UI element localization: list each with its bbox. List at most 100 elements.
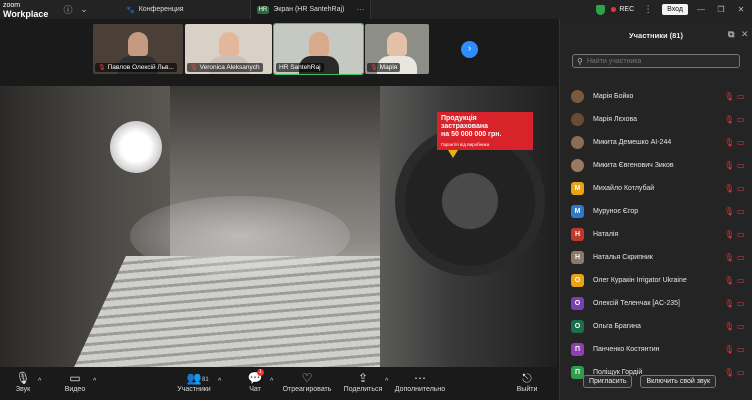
more-icon[interactable]: ⋮ xyxy=(640,4,656,15)
chevron-up-icon[interactable]: ^ xyxy=(385,378,388,385)
video-off-icon: ▭ xyxy=(737,207,745,216)
person-silhouette xyxy=(128,32,148,56)
chevron-up-icon[interactable]: ^ xyxy=(93,378,96,385)
video-off-icon: ▭ xyxy=(737,276,745,285)
participants-panel: Участники (81) ⧉ ✕ ⚲ Марія Бойко🎙▭Марія … xyxy=(559,19,752,400)
participant-name: Микита Євгенович Зиков xyxy=(593,162,674,169)
participant-row[interactable]: Марія Лєхова 🎙 ▭ xyxy=(560,108,752,131)
more-button[interactable]: ⋯ Дополнительно xyxy=(393,371,447,393)
avatar xyxy=(571,113,584,126)
minimize-icon[interactable]: — xyxy=(694,5,708,14)
video-thumbnail-active[interactable]: HR SantehRaj xyxy=(273,23,364,75)
participant-row[interactable]: О Ольга Брагина 🎙 ▭ xyxy=(560,315,752,338)
participant-name: Наталія xyxy=(593,231,619,238)
participant-row[interactable]: О Олег Куракін Irrigator Ukraine 🎙 ▭ xyxy=(560,269,752,292)
info-icon[interactable]: ⓘ xyxy=(60,3,76,16)
mic-muted-icon: 🎙 xyxy=(724,322,735,331)
participants-count: 81 xyxy=(202,377,209,383)
participant-search[interactable]: ⚲ xyxy=(572,54,740,68)
promo-line-3: на 50 000 000 грн. xyxy=(441,131,502,138)
chat-button[interactable]: 💬 1 Чат xyxy=(244,369,266,393)
zoom-logo: zoom Workplace xyxy=(0,2,60,19)
react-button[interactable]: ♡ Отреагировать xyxy=(282,371,332,393)
avatar: О xyxy=(571,320,584,333)
thumbnail-name: Veronica Aleksanych xyxy=(199,64,260,71)
video-off-icon: ▭ xyxy=(737,115,745,124)
mic-off-icon: 🎙 xyxy=(370,65,378,71)
video-thumbnail[interactable]: 🎙 Павлов Олексій Льв... xyxy=(93,24,183,74)
avatar: Н xyxy=(571,251,584,264)
avatar: П xyxy=(571,343,584,356)
close-icon[interactable]: ⋯ xyxy=(356,5,364,14)
thumbnail-label: 🎙 Veronica Aleksanych xyxy=(187,63,263,72)
recording-indicator[interactable]: REC xyxy=(611,6,634,13)
participants-button[interactable]: 👥 81 Участники xyxy=(172,371,216,393)
avatar: О xyxy=(571,274,584,287)
thumbnail-label: 🎙 Павлов Олексій Льв... xyxy=(95,63,177,72)
react-label: Отреагировать xyxy=(282,386,332,393)
rec-label: REC xyxy=(619,6,635,13)
meeting-toolbar: 🎙 Звук ^ ▭ Видео ^ 👥 81 Участники ^ 💬 1 Ча… xyxy=(0,367,557,400)
video-off-icon: ▭ xyxy=(737,345,745,354)
unmute-self-button[interactable]: Включить свой звук xyxy=(640,375,717,388)
participant-row[interactable]: М Муруноє Єгор 🎙 ▭ xyxy=(560,200,752,223)
brand-line-2: Workplace xyxy=(3,8,49,19)
video-off-icon: ▭ xyxy=(737,161,745,170)
pop-out-icon[interactable]: ⧉ xyxy=(728,29,734,40)
more-label: Дополнительно xyxy=(394,386,446,393)
heart-icon: ♡ xyxy=(301,371,313,385)
participant-name: Микита Демешко АІ-244 xyxy=(593,139,672,146)
search-icon: ⚲ xyxy=(577,56,583,66)
video-thumbnail[interactable]: 🎙 Марія xyxy=(365,24,429,74)
participant-row[interactable]: Н Наталья Скрипник 🎙 ▭ xyxy=(560,246,752,269)
leave-label: Выйти xyxy=(516,386,538,393)
invite-button[interactable]: Пригласить xyxy=(583,375,633,388)
chevron-up-icon[interactable]: ^ xyxy=(270,378,273,385)
tab-conference[interactable]: 🐾 Конференция xyxy=(120,0,190,19)
video-thumbnail[interactable]: 🎙 Veronica Aleksanych xyxy=(185,24,272,74)
panel-footer: Пригласить Включить свой звук xyxy=(560,375,752,388)
avatar: М xyxy=(571,182,584,195)
chevron-up-icon[interactable]: ^ xyxy=(38,378,41,385)
search-input[interactable] xyxy=(586,57,735,65)
close-window-icon[interactable]: ✕ xyxy=(734,5,748,14)
chat-badge: 1 xyxy=(257,369,264,376)
hr-badge: HR xyxy=(256,5,270,14)
mic-muted-icon: 🎙 xyxy=(724,138,735,147)
participant-row[interactable]: Микита Євгенович Зиков 🎙 ▭ xyxy=(560,154,752,177)
avatar: О xyxy=(571,297,584,310)
participant-row[interactable]: О Олексій Теленчак [AC-235] 🎙 ▭ xyxy=(560,292,752,315)
promo-line-1: Продукція xyxy=(441,115,477,122)
participant-row[interactable]: П Панченко Костянтин 🎙 ▭ xyxy=(560,338,752,361)
close-icon[interactable]: ✕ xyxy=(741,29,749,40)
shield-icon[interactable] xyxy=(596,4,606,15)
tab-screen-share[interactable]: HR Экран (HR SantehRaj) ⋯ xyxy=(249,0,372,19)
video-button[interactable]: ▭ Видео xyxy=(60,371,90,393)
share-button[interactable]: ⇪ Поделиться xyxy=(343,371,383,393)
participant-row[interactable]: М Михайло Котлубай 🎙 ▭ xyxy=(560,177,752,200)
mic-muted-icon: 🎙 xyxy=(724,253,735,262)
thumbnail-label: 🎙 Марія xyxy=(367,63,401,72)
audio-button[interactable]: 🎙 Звук xyxy=(10,371,36,393)
next-page-button[interactable]: › xyxy=(461,41,478,58)
participant-name: Панченко Костянтин xyxy=(593,346,660,353)
thumbnail-name: HR SantehRaj xyxy=(279,64,321,71)
promo-line-2: застрахована xyxy=(441,123,488,130)
audio-label: Звук xyxy=(15,386,31,393)
participant-row[interactable]: Н Наталія 🎙 ▭ xyxy=(560,223,752,246)
chevron-down-icon[interactable]: ⌄ xyxy=(76,4,92,15)
chevron-up-icon[interactable]: ^ xyxy=(218,378,221,385)
maximize-icon[interactable]: ❐ xyxy=(714,5,728,14)
more-dots-icon: ⋯ xyxy=(414,371,426,385)
login-button[interactable]: Вход xyxy=(662,4,688,15)
leave-button[interactable]: ⎋ Выйти xyxy=(513,371,541,393)
participant-row[interactable]: Марія Бойко 🎙 ▭ xyxy=(560,85,752,108)
mic-muted-icon: 🎙 xyxy=(724,345,735,354)
tab-screen-share-label: Экран (HR SantehRaj) xyxy=(273,6,345,13)
exit-icon: ⎋ xyxy=(522,371,532,385)
lamp-image xyxy=(110,121,162,173)
participant-row[interactable]: Микита Демешко АІ-244 🎙 ▭ xyxy=(560,131,752,154)
video-off-icon: ▭ xyxy=(737,230,745,239)
avatar: Н xyxy=(571,228,584,241)
title-bar: zoom Workplace ⓘ ⌄ 🐾 Конференция HR Экра… xyxy=(0,0,752,19)
